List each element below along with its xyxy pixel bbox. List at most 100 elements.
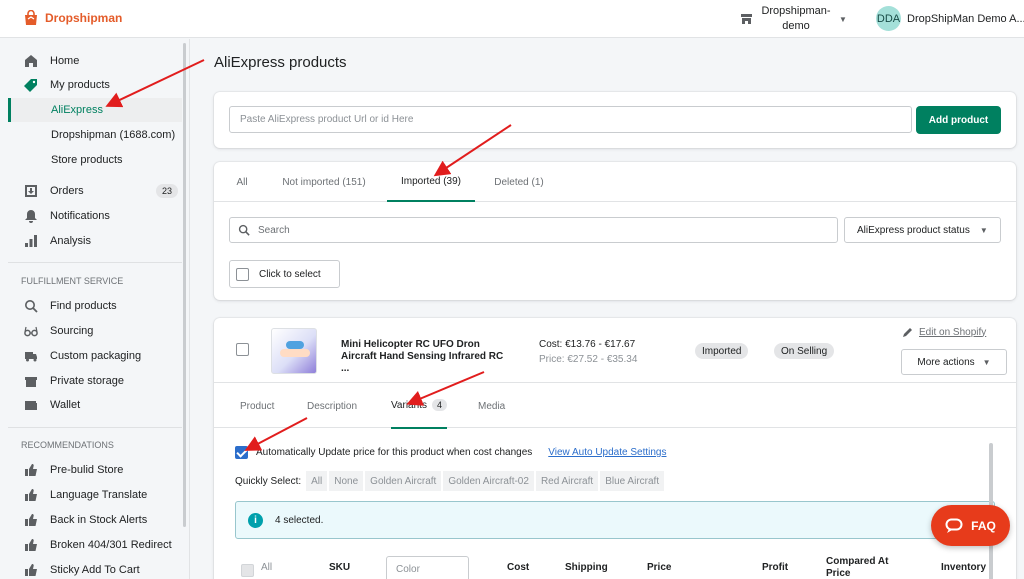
tab-imported[interactable]: Imported (39): [387, 162, 475, 202]
sidebar-item-analysis[interactable]: Analysis: [8, 229, 182, 253]
product-title[interactable]: Mini Helicopter RC UFO Dron Aircraft Han…: [341, 339, 506, 375]
click-to-select-button[interactable]: Click to select: [229, 260, 340, 288]
th-cost: Cost: [507, 562, 530, 573]
sidebar-item-label: Analysis: [50, 235, 91, 247]
sidebar-divider: [8, 262, 182, 263]
tab-not-imported[interactable]: Not imported (151): [272, 162, 376, 202]
quick-select-golden-aircraft[interactable]: Golden Aircraft: [364, 470, 443, 492]
search-placeholder: Search: [258, 224, 290, 236]
sidebar-scrollbar[interactable]: [183, 43, 186, 527]
more-actions-label: More actions: [917, 356, 975, 368]
th-profit: Profit: [762, 562, 789, 573]
tab-all[interactable]: All: [228, 162, 256, 202]
fulfillment-section-title: FULFILLMENT SERVICE: [21, 276, 124, 286]
sidebar-item-my-products[interactable]: My products: [8, 73, 182, 97]
chevron-down-icon: ▼: [982, 357, 991, 367]
add-product-button[interactable]: Add product: [916, 106, 1001, 134]
sidebar-item-label: Custom packaging: [50, 350, 142, 362]
sidebar-item-wallet[interactable]: Wallet: [8, 393, 182, 417]
sidebar-item-label: Sourcing: [50, 325, 94, 337]
sidebar-item-pre-build-store[interactable]: Pre-bulid Store: [8, 458, 182, 482]
th-shipping: Shipping: [565, 562, 608, 573]
product-url-input[interactable]: Paste AliExpress product Url or id Here: [229, 106, 912, 133]
sidebar-item-home[interactable]: Home: [8, 49, 182, 73]
select-all-checkbox[interactable]: [236, 267, 249, 281]
tab-description[interactable]: Description: [307, 383, 357, 429]
sidebar-item-back-in-stock[interactable]: Back in Stock Alerts: [8, 508, 182, 532]
sidebar-item-label: Broken 404/301 Redirect: [50, 539, 172, 551]
product-checkbox[interactable]: [236, 343, 249, 356]
sidebar-item-label: Home: [50, 55, 80, 67]
product-tabs: All Not imported (151) Imported (39) Del…: [214, 162, 1016, 202]
sidebar-item-broken-redirect[interactable]: Broken 404/301 Redirect: [8, 533, 182, 557]
tab-media[interactable]: Media: [478, 383, 505, 429]
thumbs-up-icon: [24, 563, 38, 577]
glasses-icon: [24, 324, 38, 338]
thumbs-up-icon: [24, 538, 38, 552]
selected-count-text: 4 selected.: [275, 514, 324, 526]
tab-label: Media: [478, 400, 506, 412]
store-switcher[interactable]: Dropshipman-demo ▼: [740, 4, 847, 34]
sidebar-item-label: Sticky Add To Cart: [50, 564, 140, 576]
status-select-value: AliExpress product status: [857, 224, 970, 236]
quick-select-blue-aircraft[interactable]: Blue Aircraft: [599, 470, 666, 492]
quick-select-red-aircraft[interactable]: Red Aircraft: [534, 470, 600, 492]
selection-info-banner: i 4 selected.: [235, 501, 995, 539]
faq-button[interactable]: FAQ: [931, 505, 1010, 546]
sidebar-item-notifications[interactable]: Notifications: [8, 204, 182, 228]
sidebar-item-label: Dropshipman (1688.com): [51, 129, 176, 141]
tab-deleted[interactable]: Deleted (1): [487, 162, 551, 202]
click-to-select-label: Click to select: [259, 268, 321, 280]
app-logo[interactable]: Dropshipman: [23, 10, 122, 26]
sidebar-item-sticky-add-to-cart[interactable]: Sticky Add To Cart: [8, 558, 182, 579]
quick-select-none[interactable]: None: [328, 470, 365, 492]
sidebar-item-dropshipman-1688[interactable]: Dropshipman (1688.com): [8, 123, 182, 147]
user-menu[interactable]: DDA DropShipMan Demo A...: [876, 6, 1024, 31]
sidebar-item-label: Orders: [50, 185, 84, 197]
product-thumbnail[interactable]: [271, 328, 317, 374]
sidebar-item-aliexpress[interactable]: AliExpress: [8, 98, 182, 122]
sidebar-divider: [8, 427, 182, 428]
thumbs-up-icon: [24, 513, 38, 527]
store-name: Dropshipman-demo: [761, 5, 831, 32]
sidebar-item-label: My products: [50, 79, 110, 91]
color-filter-input[interactable]: Color: [386, 556, 469, 579]
quick-select-row: Quickly Select: All None Golden Aircraft…: [235, 470, 666, 492]
sidebar-item-find-products[interactable]: Find products: [8, 294, 182, 318]
tab-product[interactable]: Product: [240, 383, 274, 429]
avatar: DDA: [876, 6, 901, 31]
more-actions-button[interactable]: More actions ▼: [901, 349, 1007, 375]
quick-select-golden-aircraft-02[interactable]: Golden Aircraft-02: [442, 470, 535, 492]
status-select[interactable]: AliExpress product status ▼: [844, 217, 1001, 243]
sidebar-item-orders[interactable]: Orders 23: [8, 179, 182, 203]
sidebar-item-custom-packaging[interactable]: Custom packaging: [8, 344, 182, 368]
sidebar-item-label: Notifications: [50, 210, 110, 222]
sidebar-item-label: Language Translate: [50, 489, 148, 501]
page-title: AliExpress products: [214, 54, 347, 71]
variants-select-all-checkbox[interactable]: [241, 564, 254, 577]
user-name: DropShipMan Demo A...: [907, 12, 1024, 25]
chevron-down-icon: ▼: [839, 14, 847, 24]
sidebar-item-store-products[interactable]: Store products: [8, 148, 182, 172]
chart-icon: [24, 234, 38, 248]
wallet-icon: [24, 398, 38, 412]
box-icon: [24, 374, 38, 388]
auto-update-checkbox[interactable]: [235, 446, 248, 459]
faq-label: FAQ: [971, 518, 996, 533]
edit-link-label: Edit on Shopify: [919, 326, 987, 338]
edit-on-shopify-link[interactable]: Edit on Shopify: [902, 326, 986, 338]
view-auto-update-settings-link[interactable]: View Auto Update Settings: [548, 447, 666, 458]
sidebar-item-label: Pre-bulid Store: [50, 464, 124, 476]
sidebar-item-language-translate[interactable]: Language Translate: [8, 483, 182, 507]
search-input[interactable]: Search: [229, 217, 838, 243]
sidebar-item-sourcing[interactable]: Sourcing: [8, 319, 182, 343]
quick-select-all[interactable]: All: [305, 470, 329, 492]
truck-icon: [24, 349, 38, 363]
top-bar: Dropshipman Dropshipman-demo ▼ DDA DropS…: [0, 0, 1024, 38]
quick-select-label: Quickly Select:: [235, 475, 302, 487]
product-detail-tabs: Product Description Variants 4 Media: [214, 382, 1016, 429]
tab-variants[interactable]: Variants 4: [391, 383, 447, 429]
sidebar-item-private-storage[interactable]: Private storage: [8, 369, 182, 393]
auto-update-label: Automatically Update price for this prod…: [256, 447, 533, 458]
th-sku: SKU: [329, 562, 351, 573]
